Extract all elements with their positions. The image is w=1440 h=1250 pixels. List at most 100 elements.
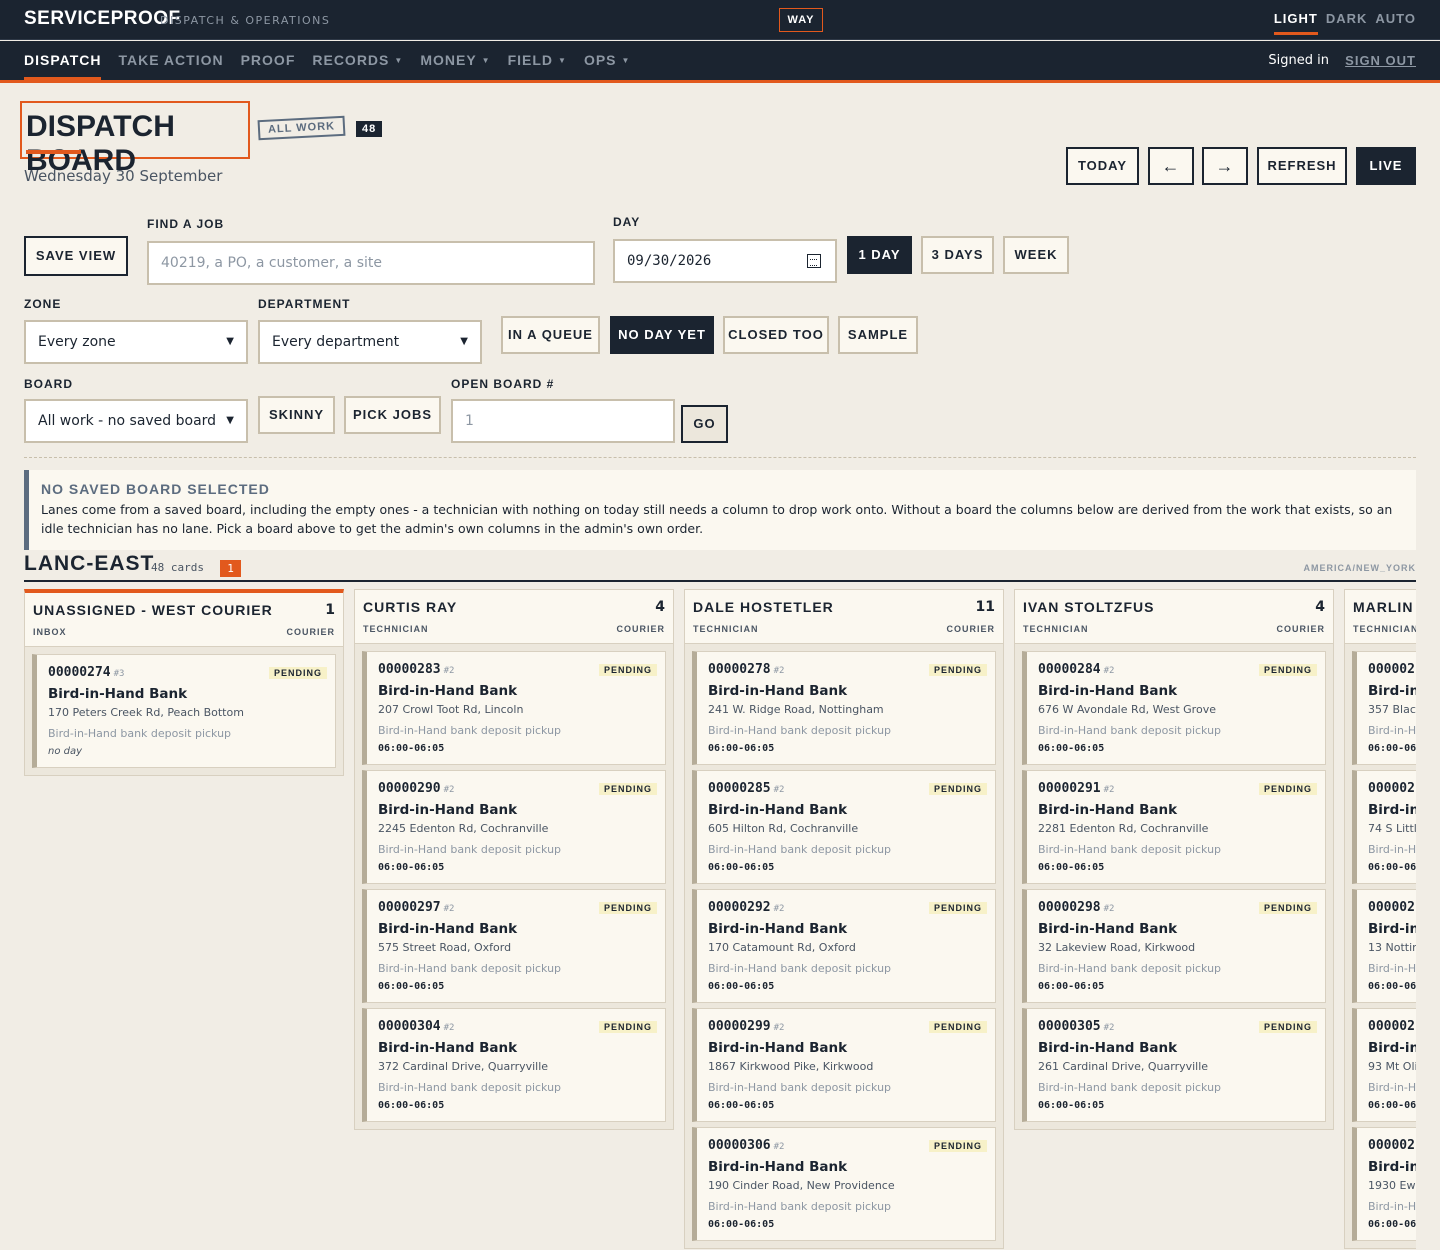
job-description: Bird-in-Hand bank deposit pickup xyxy=(708,1200,892,1213)
way-button[interactable]: WAY xyxy=(779,8,823,32)
job-customer: Bird-in-Hand Bank xyxy=(378,921,518,937)
next-day-button[interactable]: → xyxy=(1202,147,1248,185)
job-card[interactable]: 000002 Bird-in- 1930 Ewir Bird-in-H 06:0… xyxy=(1352,1127,1416,1241)
zone-select[interactable]: Every zone ▼ xyxy=(24,320,248,364)
job-description: Bird-in-Hand bank deposit pickup xyxy=(378,724,562,737)
refresh-button[interactable]: REFRESH xyxy=(1257,147,1347,185)
job-card[interactable]: 00000285 #2 PENDING Bird-in-Hand Bank 605… xyxy=(692,770,996,884)
job-id: 00000285 #2 xyxy=(708,781,785,796)
theme-auto[interactable]: AUTO xyxy=(1375,11,1416,35)
lane-name: CURTIS RAY xyxy=(363,599,458,615)
toggle-no-day-yet[interactable]: NO DAY YET xyxy=(610,316,714,354)
job-seq: #2 xyxy=(443,666,455,676)
job-card[interactable]: 00000278 #2 PENDING Bird-in-Hand Bank 241… xyxy=(692,651,996,765)
notice-title: NO SAVED BOARD SELECTED xyxy=(41,481,270,497)
toggle-sample[interactable]: SAMPLE xyxy=(838,316,918,354)
find-job-label: FIND A JOB xyxy=(147,217,225,231)
save-view-button[interactable]: SAVE VIEW xyxy=(24,236,128,276)
job-time-window: 06:00-06 xyxy=(1368,1219,1416,1230)
status-badge: PENDING xyxy=(598,664,657,676)
previous-day-button[interactable]: ← xyxy=(1148,147,1194,185)
today-button[interactable]: TODAY xyxy=(1066,147,1139,185)
nav-proof[interactable]: PROOF xyxy=(241,41,296,80)
range-3-days[interactable]: 3 DAYS xyxy=(921,236,994,274)
job-id: 00000274 #3 xyxy=(48,665,125,680)
job-card[interactable]: 00000291 #2 PENDING Bird-in-Hand Bank 228… xyxy=(1022,770,1326,884)
job-card[interactable]: 00000292 #2 PENDING Bird-in-Hand Bank 170… xyxy=(692,889,996,1003)
job-address: 1930 Ewir xyxy=(1368,1179,1416,1192)
pick-jobs-button[interactable]: PICK JOBS xyxy=(344,396,441,434)
open-board-input[interactable]: 1 xyxy=(451,399,675,443)
lane-board: UNASSIGNED - WEST COURIER 1 INBOX COURIE… xyxy=(24,589,1416,1250)
nav-take-action[interactable]: TAKE ACTION xyxy=(118,41,223,80)
lane-name: MARLIN xyxy=(1353,599,1414,615)
job-card[interactable]: 00000305 #2 PENDING Bird-in-Hand Bank 261… xyxy=(1022,1008,1326,1122)
range-week[interactable]: WEEK xyxy=(1003,236,1069,274)
job-card[interactable]: 000002 Bird-in- 93 Mt Oliv Bird-in-H 06:… xyxy=(1352,1008,1416,1122)
job-id: 00000298 #2 xyxy=(1038,900,1115,915)
brand-logo[interactable]: SERVICEPROOF xyxy=(24,8,181,30)
nav-records[interactable]: RECORDS ▼ xyxy=(312,41,403,80)
department-select[interactable]: Every department ▼ xyxy=(258,320,482,364)
job-address: 32 Lakeview Road, Kirkwood xyxy=(1038,941,1196,954)
lane-header: DALE HOSTETLER 11 TECHNICIAN COURIER xyxy=(685,590,1003,644)
lane-ivan-stoltzfus: IVAN STOLTZFUS 4 TECHNICIAN COURIER 0000… xyxy=(1014,589,1334,1130)
job-seq: #2 xyxy=(1103,1023,1115,1033)
status-badge: PENDING xyxy=(598,783,657,795)
job-card[interactable]: 00000304 #2 PENDING Bird-in-Hand Bank 372… xyxy=(362,1008,666,1122)
job-id: 00000305 #2 xyxy=(1038,1019,1115,1034)
toggle-in-a-queue[interactable]: IN A QUEUE xyxy=(501,316,600,354)
nav-dispatch[interactable]: DISPATCH xyxy=(24,41,102,80)
day-date-value: 09/30/2026 xyxy=(627,253,712,269)
job-card[interactable]: 00000290 #2 PENDING Bird-in-Hand Bank 224… xyxy=(362,770,666,884)
job-description: Bird-in-Hand bank deposit pickup xyxy=(48,727,232,740)
day-date-input[interactable]: 09/30/2026 xyxy=(613,239,837,283)
skinny-button[interactable]: SKINNY xyxy=(258,396,335,434)
job-description: Bird-in-H xyxy=(1368,1081,1416,1094)
notice-body: Lanes come from a saved board, including… xyxy=(41,502,1393,536)
job-id: 00000306 #2 xyxy=(708,1138,785,1153)
job-card[interactable]: 00000284 #2 PENDING Bird-in-Hand Bank 676… xyxy=(1022,651,1326,765)
job-card[interactable]: 000002 Bird-in- 74 S Little Bird-in-H 06… xyxy=(1352,770,1416,884)
range-1-day[interactable]: 1 DAY xyxy=(847,236,912,274)
calendar-icon[interactable] xyxy=(807,254,821,268)
live-button[interactable]: LIVE xyxy=(1356,147,1416,185)
job-customer: Bird-in-Hand Bank xyxy=(1038,802,1178,818)
job-address: 2281 Edenton Rd, Cochranville xyxy=(1038,822,1209,835)
job-seq: #3 xyxy=(113,669,125,679)
job-card[interactable]: 000002 Bird-in- 357 Black Bird-in-H 06:0… xyxy=(1352,651,1416,765)
sign-out-link[interactable]: SIGN OUT xyxy=(1345,53,1416,68)
find-job-input[interactable]: 40219, a PO, a customer, a site xyxy=(147,241,595,285)
signed-in-label: Signed in xyxy=(1268,53,1329,68)
all-work-stamp: ALL WORK xyxy=(257,115,346,141)
job-card[interactable]: 00000283 #2 PENDING Bird-in-Hand Bank 207… xyxy=(362,651,666,765)
status-badge: PENDING xyxy=(928,1140,987,1152)
job-address: 261 Cardinal Drive, Quarryville xyxy=(1038,1060,1209,1073)
job-card[interactable]: 00000274 #3 PENDING Bird-in-Hand Bank 170… xyxy=(32,654,336,768)
job-time-window: 06:00-06:05 xyxy=(1038,743,1105,754)
theme-light[interactable]: LIGHT xyxy=(1273,11,1318,35)
theme-dark[interactable]: DARK xyxy=(1326,11,1368,35)
toggle-closed-too[interactable]: CLOSED TOO xyxy=(723,316,829,354)
job-card[interactable]: 00000298 #2 PENDING Bird-in-Hand Bank 32 … xyxy=(1022,889,1326,1003)
status-badge: PENDING xyxy=(928,1021,987,1033)
job-time-window: 06:00-06:05 xyxy=(378,743,445,754)
zone-rule xyxy=(24,580,1416,582)
go-button[interactable]: GO xyxy=(681,405,728,443)
job-customer: Bird-in-Hand Bank xyxy=(1038,683,1178,699)
job-card[interactable]: 00000297 #2 PENDING Bird-in-Hand Bank 575… xyxy=(362,889,666,1003)
zone-alert-badge: 1 xyxy=(220,560,241,577)
job-count-badge: 48 xyxy=(356,121,383,137)
job-card[interactable]: 000002 Bird-in- 13 Nottin Bird-in-H 06:0… xyxy=(1352,889,1416,1003)
job-card[interactable]: 00000299 #2 PENDING Bird-in-Hand Bank 186… xyxy=(692,1008,996,1122)
job-time-window: 06:00-06:05 xyxy=(1038,862,1105,873)
job-card[interactable]: 00000306 #2 PENDING Bird-in-Hand Bank 190… xyxy=(692,1127,996,1241)
nav-ops[interactable]: OPS ▼ xyxy=(584,41,631,80)
nav-field[interactable]: FIELD ▼ xyxy=(508,41,567,80)
lane-role: TECHNICIAN xyxy=(693,624,759,634)
nav-money[interactable]: MONEY ▼ xyxy=(420,41,490,80)
chevron-down-icon: ▼ xyxy=(226,336,234,347)
zone-card-count: 48 cards xyxy=(151,561,204,574)
job-description: Bird-in-Hand bank deposit pickup xyxy=(708,843,892,856)
board-select[interactable]: All work - no saved board ▼ xyxy=(24,399,248,443)
